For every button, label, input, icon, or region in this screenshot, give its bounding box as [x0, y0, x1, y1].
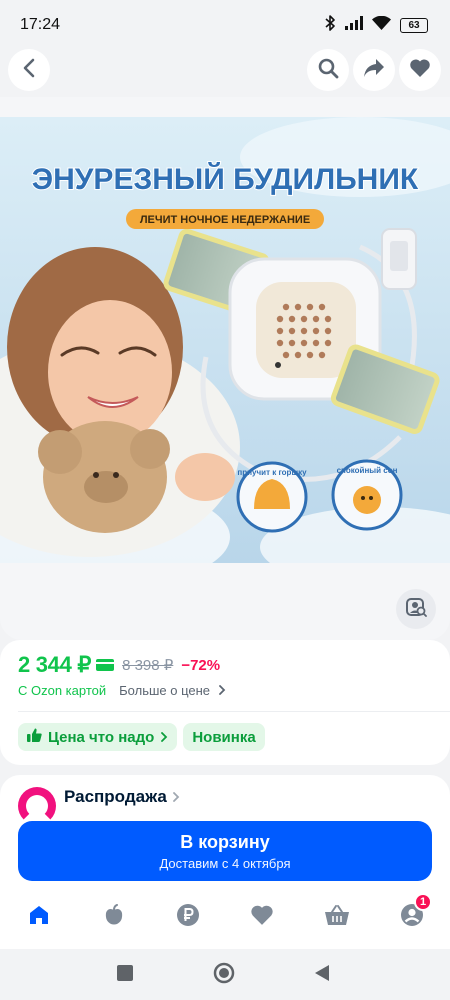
heart-icon: [250, 904, 274, 931]
back-arrow-icon: [22, 58, 36, 83]
system-nav-bar: [0, 949, 450, 1000]
nav-cart[interactable]: [323, 903, 351, 931]
status-time: 17:24: [20, 16, 61, 33]
seller-name-label: Распродажа: [64, 787, 167, 806]
recents-square-icon: [117, 964, 133, 986]
price-sub: С Ozon картой Больше о цене: [18, 683, 226, 698]
apple-icon: [102, 903, 126, 932]
favorite-button[interactable]: [399, 49, 441, 91]
product-image[interactable]: ЭНУРЕЗНЫЙ БУДИЛЬНИК ЛЕЧИТ НОЧНОЕ НЕДЕРЖА…: [0, 117, 450, 563]
nav-finance[interactable]: [174, 903, 202, 931]
chevron-right-icon: [214, 683, 226, 698]
home-icon: [27, 903, 51, 932]
product-image-card: ЭНУРЕЗНЫЙ БУДИЛЬНИК ЛЕЧИТ НОЧНОЕ НЕДЕРЖА…: [0, 97, 450, 640]
similar-search-button[interactable]: [396, 589, 436, 629]
price-old: 8 398 ₽: [122, 657, 174, 674]
recents-button[interactable]: [113, 963, 137, 987]
bluetooth-icon: [325, 14, 336, 36]
home-circle-icon: [213, 962, 235, 989]
ozon-card-icon: [96, 659, 115, 671]
bottom-nav: 1: [0, 889, 450, 949]
price-card: 2 344 ₽ 8 398 ₽ −72% С Ozon картой Больш…: [0, 640, 450, 765]
home-system-button[interactable]: [212, 962, 236, 989]
thumbs-up-icon: [27, 728, 42, 746]
search-icon: [317, 57, 339, 84]
tag-new-label: Новинка: [192, 728, 256, 746]
image-badge-sleep: спокойный сон: [337, 466, 398, 475]
delivery-date: Доставим с 4 октября: [159, 855, 291, 871]
status-bar: 17:24 63: [0, 0, 450, 50]
price-row: 2 344 ₽ 8 398 ₽ −72%: [18, 652, 220, 678]
nav-fresh[interactable]: [100, 903, 128, 931]
nav-favorites[interactable]: [248, 903, 276, 931]
back-triangle-icon: [314, 964, 330, 987]
tag-good-price-label: Цена что надо: [48, 728, 155, 746]
tag-good-price[interactable]: Цена что надо: [18, 723, 178, 751]
tags: Цена что надо Новинка: [18, 723, 265, 751]
share-button[interactable]: [353, 49, 395, 91]
ozon-card-label: С Ozon картой: [18, 683, 107, 698]
tag-new[interactable]: Новинка: [183, 723, 265, 751]
seller-name: Распродажа: [64, 787, 180, 807]
divider: [18, 711, 450, 712]
share-icon: [363, 58, 385, 83]
price-current: 2 344 ₽: [18, 652, 92, 677]
more-about-price-label: Больше о цене: [119, 683, 211, 698]
battery-icon: 63: [400, 17, 428, 33]
add-to-cart-button[interactable]: В корзину Доставим с 4 октября: [18, 821, 432, 881]
ruble-icon: [176, 903, 200, 932]
basket-icon: [324, 903, 350, 932]
search-button[interactable]: [307, 49, 349, 91]
more-about-price-link[interactable]: Больше о цене: [119, 683, 226, 698]
image-badge-potty: приучит к горшку: [237, 468, 307, 477]
image-title: ЭНУРЕЗНЫЙ БУДИЛЬНИК: [32, 162, 419, 196]
seller-avatar: [18, 787, 56, 825]
nav-home[interactable]: [25, 903, 53, 931]
add-to-cart-label: В корзину: [180, 831, 270, 852]
back-button[interactable]: [8, 49, 50, 91]
chevron-right-icon: [172, 787, 180, 807]
chevron-right-icon: [160, 729, 168, 746]
nav-profile[interactable]: 1: [398, 893, 433, 931]
price-discount: −72%: [181, 656, 221, 674]
profile-notification-badge: 1: [414, 893, 433, 911]
back-system-button[interactable]: [310, 963, 334, 987]
top-bar: [0, 45, 450, 97]
image-subtitle: ЛЕЧИТ НОЧНОЕ НЕДЕРЖАНИЕ: [140, 214, 310, 226]
wifi-icon: [372, 15, 391, 35]
heart-icon: [409, 58, 431, 83]
status-icons: 63: [325, 14, 428, 36]
signal-icon: [345, 15, 363, 35]
image-search-icon: [405, 596, 427, 623]
